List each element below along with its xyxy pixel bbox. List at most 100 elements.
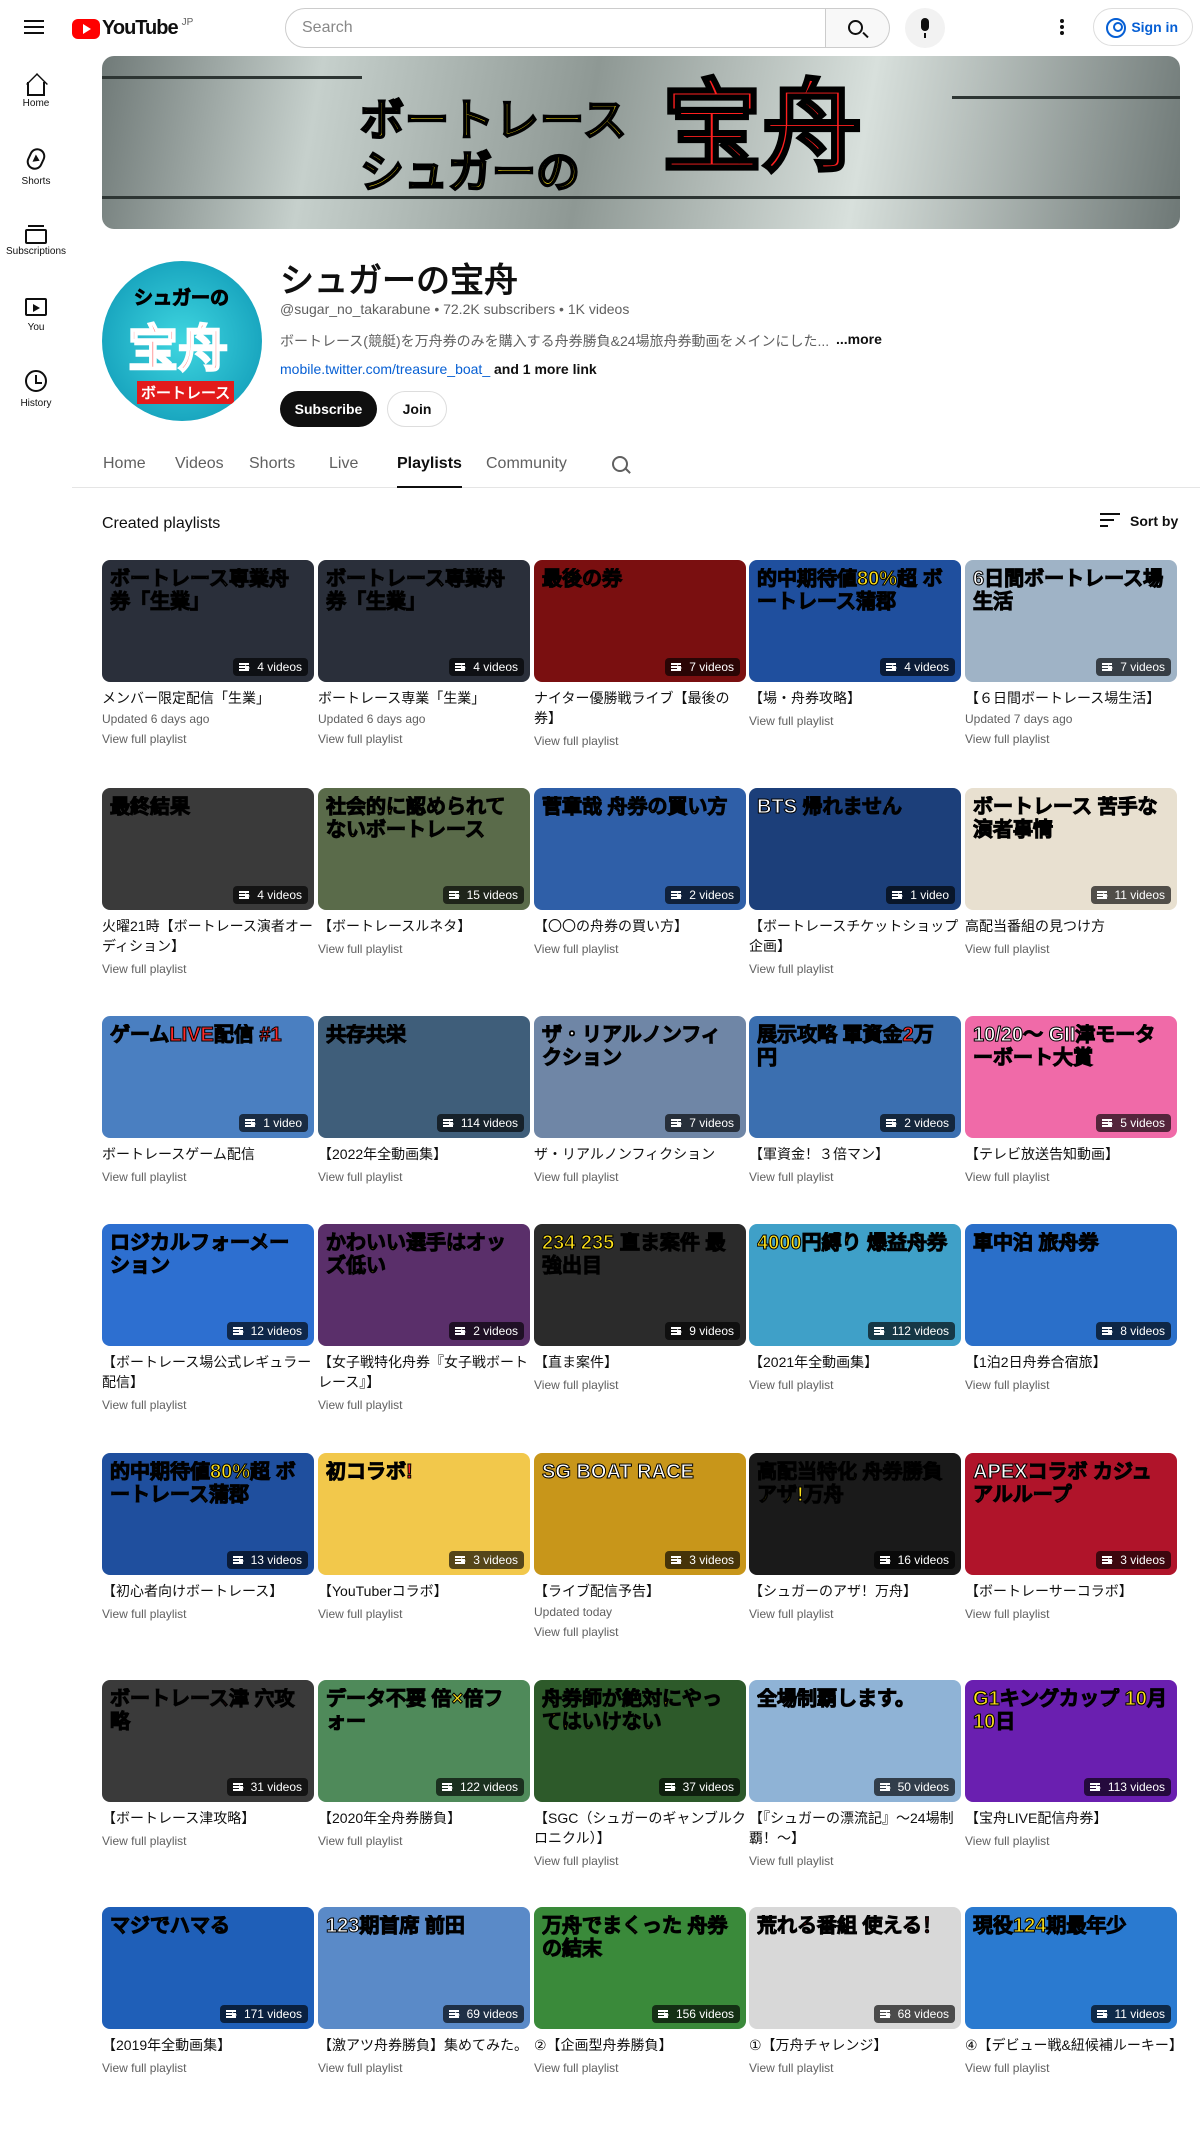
playlist-thumbnail[interactable]: 的中期待値80%超 ボートレース蒲郡 4 videos [749,560,961,682]
join-button[interactable]: Join [387,391,447,427]
playlist-title[interactable]: ①【万舟チャレンジ】 [749,2035,961,2055]
channel-search-icon[interactable] [612,456,628,472]
tab-videos[interactable]: Videos [175,455,224,473]
playlist-thumbnail[interactable]: 展示攻略 軍資金2万円 2 videos [749,1016,961,1138]
playlist-title[interactable]: 【ボートレースチケットショップ企画】 [749,916,961,956]
playlist-thumbnail[interactable]: BTS 帰れません 1 video [749,788,961,910]
playlist-card[interactable]: ボートレース専業舟券「生業」 4 videos メンバー限定配信「生業」 Update… [102,560,314,746]
playlist-title[interactable]: ④【デビュー戦&紐候補ルーキー】 [965,2035,1177,2055]
view-full-playlist-link[interactable]: View full playlist [749,1170,961,1184]
view-full-playlist-link[interactable]: View full playlist [749,1378,961,1392]
playlist-card[interactable]: 的中期待値80%超 ボートレース蒲郡 13 videos 【初心者向けボートレース】… [102,1453,314,1621]
sidebar-item-history[interactable]: History [0,352,72,426]
playlist-thumbnail[interactable]: 初コラボ! 3 videos [318,1453,530,1575]
playlist-thumbnail[interactable]: 現役124期最年少 11 videos [965,1907,1177,2029]
playlist-card[interactable]: 荒れる番組 使える！ 68 videos ①【万舟チャレンジ】 View full p… [749,1907,961,2075]
playlist-card[interactable]: 社会的に認められてないボートレース 15 videos 【ボートレースルネタ】 Vie… [318,788,530,956]
playlist-title[interactable]: 【SGC（シュガーのギャンブルクロニクル）】 [534,1808,746,1848]
sort-by-button[interactable]: Sort by [1100,513,1178,529]
playlist-title[interactable]: 【シュガーのアザ！万舟】 [749,1581,961,1601]
playlist-card[interactable]: ボートレース専業舟券「生業」 4 videos ボートレース専業「生業」 Update… [318,560,530,746]
view-full-playlist-link[interactable]: View full playlist [102,2061,314,2075]
playlist-thumbnail[interactable]: 共存共栄 114 videos [318,1016,530,1138]
view-full-playlist-link[interactable]: View full playlist [534,1625,746,1639]
playlist-card[interactable]: BTS 帰れません 1 video 【ボートレースチケットショップ企画】 View f… [749,788,961,976]
playlist-title[interactable]: ②【企画型舟券勝負】 [534,2035,746,2055]
view-full-playlist-link[interactable]: View full playlist [318,1834,530,1848]
playlist-card[interactable]: 舟券師が絶対にやってはいけない 37 videos 【SGC（シュガーのギャンブルク… [534,1680,746,1868]
more-links-button[interactable]: and 1 more link [494,361,597,377]
view-full-playlist-link[interactable]: View full playlist [534,942,746,956]
view-full-playlist-link[interactable]: View full playlist [965,942,1177,956]
tab-shorts[interactable]: Shorts [249,455,295,473]
playlist-thumbnail[interactable]: 全場制覇します。 50 videos [749,1680,961,1802]
playlist-card[interactable]: 展示攻略 軍資金2万円 2 videos 【軍資金！３倍マン】 View full p… [749,1016,961,1184]
view-full-playlist-link[interactable]: View full playlist [318,2061,530,2075]
view-full-playlist-link[interactable]: View full playlist [318,1607,530,1621]
description-more-link[interactable]: ...more [836,331,882,347]
sidebar-item-shorts[interactable]: Shorts [0,130,72,204]
playlist-card[interactable]: 最終結果 4 videos 火曜21時【ボートレース演者オーディション】 View f… [102,788,314,976]
playlist-title[interactable]: 【直ま案件】 [534,1352,746,1372]
playlist-card[interactable]: ゲームLIVE配信 #1 1 video ボートレースゲーム配信 View full … [102,1016,314,1184]
playlist-card[interactable]: 車中泊 旅舟券 8 videos 【1泊2日舟券合宿旅】 View full play… [965,1224,1177,1392]
playlist-title[interactable]: 【軍資金！３倍マン】 [749,1144,961,1164]
playlist-card[interactable]: かわいい選手はオッズ低い 2 videos 【女子戦特化舟券『女子戦ボートレース』】… [318,1224,530,1412]
view-full-playlist-link[interactable]: View full playlist [749,962,961,976]
playlist-thumbnail[interactable]: 社会的に認められてないボートレース 15 videos [318,788,530,910]
playlist-thumbnail[interactable]: ボートレース津 穴攻略 31 videos [102,1680,314,1802]
playlist-card[interactable]: 234 235 直ま案件 最強出目 9 videos 【直ま案件】 View full… [534,1224,746,1392]
playlist-thumbnail[interactable]: ザ・リアルノンフィクション 7 videos [534,1016,746,1138]
playlist-thumbnail[interactable]: 最終結果 4 videos [102,788,314,910]
playlist-title[interactable]: 【場・舟券攻略】 [749,688,961,708]
playlist-thumbnail[interactable]: ロジカルフォーメーション 12 videos [102,1224,314,1346]
playlist-card[interactable]: 10/20〜 GII津モーターボート大賞 5 videos 【テレビ放送告知動画】 V… [965,1016,1177,1184]
playlist-thumbnail[interactable]: マジでハマる 171 videos [102,1907,314,2029]
playlist-card[interactable]: データ不要 倍×倍フォー 122 videos 【2020年全舟券勝負】 View f… [318,1680,530,1848]
view-full-playlist-link[interactable]: View full playlist [318,1398,530,1412]
view-full-playlist-link[interactable]: View full playlist [318,732,530,746]
playlist-thumbnail[interactable]: 菅章哉 舟券の買い方 2 videos [534,788,746,910]
playlist-card[interactable]: 現役124期最年少 11 videos ④【デビュー戦&紐候補ルーキー】 View f… [965,1907,1177,2075]
playlist-thumbnail[interactable]: 的中期待値80%超 ボートレース蒲郡 13 videos [102,1453,314,1575]
view-full-playlist-link[interactable]: View full playlist [102,1834,314,1848]
playlist-card[interactable]: ザ・リアルノンフィクション 7 videos ザ・リアルノンフィクション View f… [534,1016,746,1184]
search-input[interactable] [285,8,826,48]
playlist-card[interactable]: 全場制覇します。 50 videos 【『シュガーの漂流記』〜24場制覇！〜】 Vie… [749,1680,961,1868]
playlist-thumbnail[interactable]: データ不要 倍×倍フォー 122 videos [318,1680,530,1802]
view-full-playlist-link[interactable]: View full playlist [965,1170,1177,1184]
playlist-title[interactable]: 【2020年全舟券勝負】 [318,1808,530,1828]
playlist-thumbnail[interactable]: APEXコラボ カジュアルループ 3 videos [965,1453,1177,1575]
sign-in-button[interactable]: Sign in [1093,8,1193,46]
view-full-playlist-link[interactable]: View full playlist [102,1398,314,1412]
playlist-thumbnail[interactable]: ボートレース専業舟券「生業」 4 videos [318,560,530,682]
voice-search-button[interactable] [905,8,945,48]
playlist-thumbnail[interactable]: ボートレース 苦手な演者事情 11 videos [965,788,1177,910]
playlist-title[interactable]: 【ボートレース場公式レギュラー配信】 [102,1352,314,1392]
playlist-card[interactable]: 万舟でまくった 舟券の結末 156 videos ②【企画型舟券勝負】 View fu… [534,1907,746,2075]
playlist-card[interactable]: G1キングカップ 10月10日 113 videos 【宝舟LIVE配信舟券】 Vie… [965,1680,1177,1848]
playlist-thumbnail[interactable]: 万舟でまくった 舟券の結末 156 videos [534,1907,746,2029]
playlist-card[interactable]: APEXコラボ カジュアルループ 3 videos 【ボートレーサーコラボ】 View… [965,1453,1177,1621]
playlist-title[interactable]: 【1泊2日舟券合宿旅】 [965,1352,1177,1372]
youtube-logo[interactable]: YouTube JP [72,17,193,40]
tab-playlists[interactable]: Playlists [397,455,462,488]
tab-live[interactable]: Live [329,455,358,473]
playlist-title[interactable]: ボートレース専業「生業」 [318,688,530,708]
playlist-title[interactable]: 【激アツ舟券勝負】集めてみた。 [318,2035,530,2055]
playlist-title[interactable]: 【ボートレース津攻略】 [102,1808,314,1828]
playlist-thumbnail[interactable]: ボートレース専業舟券「生業」 4 videos [102,560,314,682]
playlist-title[interactable]: 火曜21時【ボートレース演者オーディション】 [102,916,314,956]
playlist-title[interactable]: 【６日間ボートレース場生活】 [965,688,1177,708]
playlist-title[interactable]: 【宝舟LIVE配信舟券】 [965,1808,1177,1828]
playlist-title[interactable]: 【ボートレースルネタ】 [318,916,530,936]
playlist-card[interactable]: ロジカルフォーメーション 12 videos 【ボートレース場公式レギュラー配信】 V… [102,1224,314,1412]
playlist-card[interactable]: 4000円縛り 爆益舟券 112 videos 【2021年全動画集】 View fu… [749,1224,961,1392]
playlist-title[interactable]: 【ライブ配信予告】 [534,1581,746,1601]
channel-avatar[interactable]: シュガーの 宝舟 ボートレース [102,261,262,421]
playlist-thumbnail[interactable]: 車中泊 旅舟券 8 videos [965,1224,1177,1346]
view-full-playlist-link[interactable]: View full playlist [318,942,530,956]
view-full-playlist-link[interactable]: View full playlist [749,1854,961,1868]
view-full-playlist-link[interactable]: View full playlist [102,1170,314,1184]
view-full-playlist-link[interactable]: View full playlist [534,2061,746,2075]
